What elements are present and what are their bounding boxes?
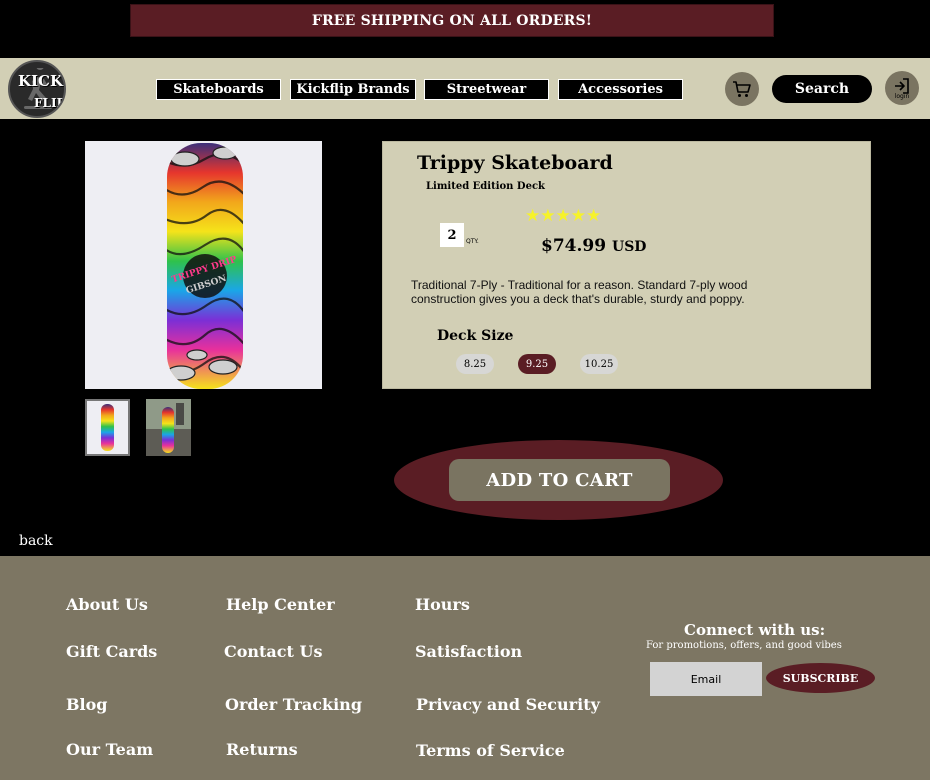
footer-link-help-center[interactable]: Help Center — [226, 595, 335, 614]
footer-link-gift-cards[interactable]: Gift Cards — [66, 642, 157, 661]
site-footer: About Us Gift Cards Blog Our Team Help C… — [0, 556, 930, 780]
logo-text-flip: FLIP — [34, 96, 66, 110]
back-link[interactable]: back — [19, 533, 53, 549]
login-label: login — [894, 92, 910, 100]
quantity-label: QTY. — [466, 238, 479, 245]
product-title: Trippy Skateboard — [417, 152, 613, 174]
product-thumbnail-1[interactable] — [85, 399, 130, 456]
product-subtitle: Limited Edition Deck — [426, 181, 545, 192]
product-thumbnail-2[interactable] — [146, 399, 191, 456]
footer-link-privacy-security[interactable]: Privacy and Security — [416, 695, 600, 714]
skateboard-thumbnail-icon — [101, 404, 114, 451]
shopping-cart-icon — [733, 81, 751, 97]
logo-text-kick: KICK — [18, 72, 64, 90]
nav-kickflip-brands[interactable]: Kickflip Brands — [290, 79, 416, 100]
footer-link-satisfaction[interactable]: Satisfaction — [415, 642, 522, 661]
quantity-input[interactable]: 2 — [440, 223, 464, 247]
size-option-9-25[interactable]: 9.25 — [518, 354, 556, 374]
product-description: Traditional 7-Ply - Traditional for a re… — [411, 278, 748, 306]
product-main-image: TRIPPY DRIP GIBSON — [85, 141, 322, 389]
nav-skateboards[interactable]: Skateboards — [156, 79, 281, 100]
skateboard-photo-thumbnail-icon — [146, 399, 191, 456]
nav-streetwear[interactable]: Streetwear — [424, 79, 549, 100]
connect-title: Connect with us: — [684, 621, 826, 639]
site-header: KICK FLIP Skateboards Kickflip Brands St… — [0, 58, 930, 119]
search-button[interactable]: Search — [772, 75, 872, 103]
product-price: $74.99 USD — [541, 236, 646, 256]
promo-banner-text: FREE SHIPPING ON ALL ORDERS! — [311, 12, 593, 29]
nav-accessories[interactable]: Accessories — [558, 79, 683, 100]
kickflip-logo[interactable]: KICK FLIP — [8, 60, 66, 118]
footer-link-hours[interactable]: Hours — [415, 595, 470, 614]
footer-link-about-us[interactable]: About Us — [66, 595, 148, 614]
cart-button[interactable] — [725, 72, 759, 106]
price-currency: USD — [611, 239, 647, 255]
add-to-cart-button[interactable]: ADD TO CART — [449, 459, 670, 501]
deck-size-label: Deck Size — [437, 328, 514, 344]
size-option-10-25[interactable]: 10.25 — [580, 354, 618, 374]
rating-stars: ★★★★★ — [525, 206, 602, 226]
email-field[interactable] — [650, 662, 762, 696]
footer-link-our-team[interactable]: Our Team — [66, 740, 153, 759]
connect-subtitle: For promotions, offers, and good vibes — [646, 640, 842, 651]
promo-banner: FREE SHIPPING ON ALL ORDERS! — [130, 4, 774, 37]
price-amount: $74.99 — [541, 236, 607, 256]
footer-link-returns[interactable]: Returns — [226, 740, 298, 759]
footer-link-contact-us[interactable]: Contact Us — [224, 642, 322, 661]
size-option-8-25[interactable]: 8.25 — [456, 354, 494, 374]
footer-link-order-tracking[interactable]: Order Tracking — [225, 695, 362, 714]
skateboard-deck-graphic: TRIPPY DRIP GIBSON — [167, 143, 243, 389]
footer-link-terms-of-service[interactable]: Terms of Service — [416, 741, 565, 760]
product-info-panel: Trippy Skateboard Limited Edition Deck 2… — [382, 141, 871, 389]
footer-link-blog[interactable]: Blog — [66, 695, 107, 714]
login-button[interactable]: login — [885, 71, 919, 105]
subscribe-button[interactable]: SUBSCRIBE — [766, 663, 875, 693]
